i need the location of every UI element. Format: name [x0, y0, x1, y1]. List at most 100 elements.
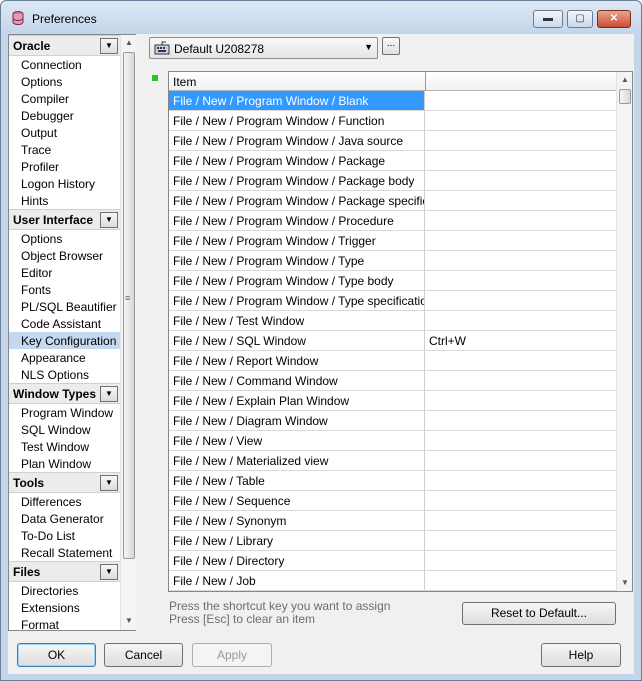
- reset-to-default-button[interactable]: Reset to Default...: [462, 602, 616, 625]
- scroll-down-icon[interactable]: ▼: [617, 575, 632, 591]
- scroll-thumb[interactable]: [619, 89, 631, 104]
- item-cell[interactable]: File / New / Sequence: [169, 491, 425, 510]
- item-cell[interactable]: File / New / Program Window / Blank: [169, 91, 425, 110]
- sidebar-item-data-generator[interactable]: Data Generator: [9, 510, 120, 527]
- group-header-tools[interactable]: Tools ▼: [9, 472, 120, 493]
- shortcut-cell[interactable]: [426, 111, 616, 130]
- chevron-down-icon[interactable]: ▼: [100, 564, 118, 580]
- table-row[interactable]: File / New / Program Window / Package: [169, 151, 616, 171]
- shortcut-cell[interactable]: [426, 91, 616, 110]
- sidebar-item-options[interactable]: Options: [9, 230, 120, 247]
- item-cell[interactable]: File / New / Program Window / Package bo…: [169, 171, 425, 190]
- shortcut-cell[interactable]: [426, 531, 616, 550]
- shortcut-cell[interactable]: Ctrl+W: [426, 331, 616, 350]
- category-scrollbar[interactable]: ▲ ≡ ▼: [120, 35, 136, 630]
- item-cell[interactable]: File / New / Synonym: [169, 511, 425, 530]
- sidebar-item-output[interactable]: Output: [9, 124, 120, 141]
- group-header-user-interface[interactable]: User Interface ▼: [9, 209, 120, 230]
- table-row[interactable]: File / New / Program Window / Function: [169, 111, 616, 131]
- sidebar-item-test-window[interactable]: Test Window: [9, 438, 120, 455]
- chevron-down-icon[interactable]: ▼: [100, 475, 118, 491]
- item-cell[interactable]: File / New / Materialized view: [169, 451, 425, 470]
- maximize-button[interactable]: ▢: [567, 10, 593, 28]
- sidebar-item-logon-history[interactable]: Logon History: [9, 175, 120, 192]
- table-row[interactable]: File / New / Program Window / Blank: [169, 91, 616, 111]
- item-cell[interactable]: File / New / Command Window: [169, 371, 425, 390]
- sidebar-item-options[interactable]: Options: [9, 73, 120, 90]
- item-cell[interactable]: File / New / Directory: [169, 551, 425, 570]
- table-row[interactable]: File / New / Materialized view: [169, 451, 616, 471]
- sidebar-item-editor[interactable]: Editor: [9, 264, 120, 281]
- sidebar-item-hints[interactable]: Hints: [9, 192, 120, 209]
- shortcut-cell[interactable]: [426, 551, 616, 570]
- table-row[interactable]: File / New / Program Window / Java sourc…: [169, 131, 616, 151]
- group-header-files[interactable]: Files ▼: [9, 561, 120, 582]
- table-row[interactable]: File / New / Program Window / Package sp…: [169, 191, 616, 211]
- table-row[interactable]: File / New / Diagram Window: [169, 411, 616, 431]
- table-row[interactable]: File / New / Table: [169, 471, 616, 491]
- shortcut-cell[interactable]: [426, 491, 616, 510]
- sidebar-item-differences[interactable]: Differences: [9, 493, 120, 510]
- cancel-button[interactable]: Cancel: [104, 643, 183, 667]
- item-cell[interactable]: File / New / Job: [169, 571, 425, 590]
- shortcut-cell[interactable]: [426, 151, 616, 170]
- close-button[interactable]: ✕: [597, 10, 631, 28]
- item-cell[interactable]: File / New / Program Window / Type body: [169, 271, 425, 290]
- table-row[interactable]: File / New / SQL Window Ctrl+W: [169, 331, 616, 351]
- item-cell[interactable]: File / New / Library: [169, 531, 425, 550]
- item-cell[interactable]: File / New / SQL Window: [169, 331, 425, 350]
- item-cell[interactable]: File / New / Test Window: [169, 311, 425, 330]
- sidebar-item-directories[interactable]: Directories: [9, 582, 120, 599]
- table-row[interactable]: File / New / Directory: [169, 551, 616, 571]
- shortcut-cell[interactable]: [426, 211, 616, 230]
- item-cell[interactable]: File / New / Program Window / Java sourc…: [169, 131, 425, 150]
- table-row[interactable]: File / New / Report Window: [169, 351, 616, 371]
- item-cell[interactable]: File / New / Program Window / Function: [169, 111, 425, 130]
- sidebar-item-connection[interactable]: Connection: [9, 56, 120, 73]
- table-row[interactable]: File / New / Program Window / Procedure: [169, 211, 616, 231]
- item-cell[interactable]: File / New / Program Window / Type: [169, 251, 425, 270]
- table-row[interactable]: File / New / Sequence: [169, 491, 616, 511]
- item-cell[interactable]: File / New / Program Window / Package sp…: [169, 191, 425, 210]
- sidebar-item-profiler[interactable]: Profiler: [9, 158, 120, 175]
- sidebar-item-object-browser[interactable]: Object Browser: [9, 247, 120, 264]
- sidebar-item-to-do-list[interactable]: To-Do List: [9, 527, 120, 544]
- shortcut-cell[interactable]: [426, 471, 616, 490]
- chevron-down-icon[interactable]: ▼: [100, 38, 118, 54]
- sidebar-item-appearance[interactable]: Appearance: [9, 349, 120, 366]
- help-button[interactable]: Help: [541, 643, 621, 667]
- table-row[interactable]: File / New / View: [169, 431, 616, 451]
- shortcut-cell[interactable]: [426, 131, 616, 150]
- shortcut-cell[interactable]: [426, 411, 616, 430]
- shortcut-cell[interactable]: [426, 571, 616, 590]
- ok-button[interactable]: OK: [17, 643, 96, 667]
- shortcut-cell[interactable]: [426, 231, 616, 250]
- item-cell[interactable]: File / New / Program Window / Trigger: [169, 231, 425, 250]
- table-row[interactable]: File / New / Program Window / Type: [169, 251, 616, 271]
- sidebar-item-key-configuration[interactable]: Key Configuration: [9, 332, 120, 349]
- sidebar-item-program-window[interactable]: Program Window: [9, 404, 120, 421]
- sidebar-item-extensions[interactable]: Extensions: [9, 599, 120, 616]
- shortcut-cell[interactable]: [426, 451, 616, 470]
- shortcut-cell[interactable]: [426, 431, 616, 450]
- profile-options-button[interactable]: ...: [382, 37, 400, 55]
- shortcut-cell[interactable]: [426, 191, 616, 210]
- shortcut-cell[interactable]: [426, 391, 616, 410]
- sidebar-item-trace[interactable]: Trace: [9, 141, 120, 158]
- sidebar-item-nls-options[interactable]: NLS Options: [9, 366, 120, 383]
- group-header-oracle[interactable]: Oracle ▼: [9, 35, 120, 56]
- sidebar-item-pl-sql-beautifier[interactable]: PL/SQL Beautifier: [9, 298, 120, 315]
- scroll-up-icon[interactable]: ▲: [617, 72, 632, 88]
- item-cell[interactable]: File / New / Program Window / Procedure: [169, 211, 425, 230]
- sidebar-item-recall-statement[interactable]: Recall Statement: [9, 544, 120, 561]
- column-header-item[interactable]: Item: [173, 75, 196, 89]
- profile-select[interactable]: Default U208278 ▼: [149, 37, 378, 59]
- item-cell[interactable]: File / New / Program Window / Package: [169, 151, 425, 170]
- table-row[interactable]: File / New / Program Window / Trigger: [169, 231, 616, 251]
- scroll-thumb[interactable]: ≡: [123, 52, 135, 559]
- column-divider[interactable]: [425, 72, 426, 91]
- sidebar-item-plan-window[interactable]: Plan Window: [9, 455, 120, 472]
- group-header-window-types[interactable]: Window Types ▼: [9, 383, 120, 404]
- item-cell[interactable]: File / New / Report Window: [169, 351, 425, 370]
- shortcut-cell[interactable]: [426, 251, 616, 270]
